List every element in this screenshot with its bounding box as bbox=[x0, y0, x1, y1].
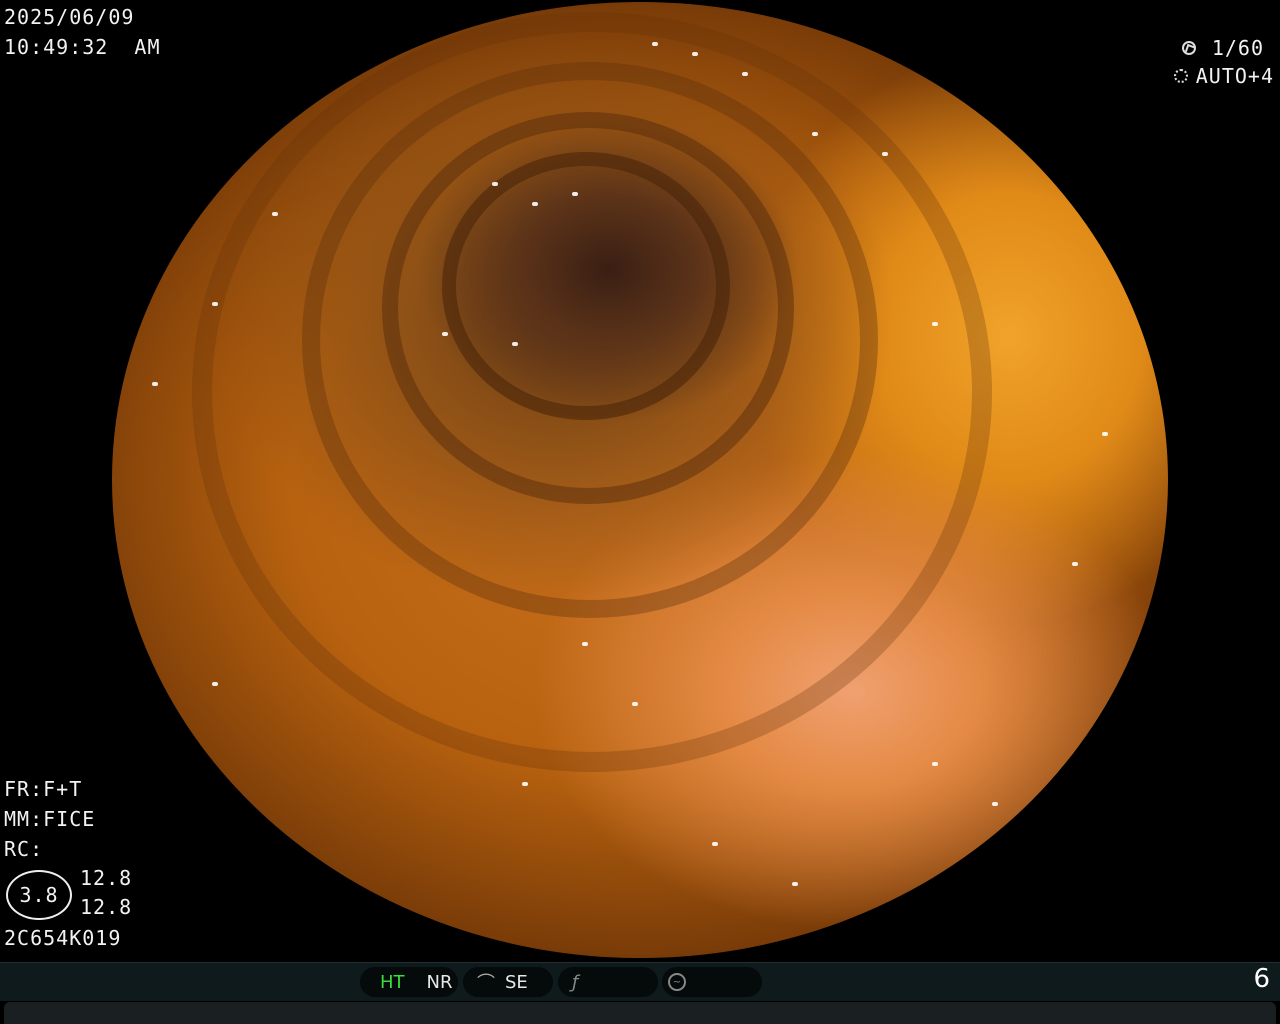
fr-setting: FR:F+T bbox=[4, 777, 83, 801]
page-number: 6 bbox=[1253, 964, 1270, 994]
shutter-speed-indicator: 1/60 bbox=[1181, 34, 1264, 62]
shutter-value: 1/60 bbox=[1211, 36, 1264, 60]
color-mode-icon: ~ bbox=[668, 973, 686, 991]
endoscopic-image bbox=[112, 2, 1168, 958]
structure-enhancement-icon: ⌒ bbox=[477, 973, 495, 994]
status-bar: HT NR ⌒ SE ƒ ~ bbox=[0, 962, 1280, 1001]
bottom-strip bbox=[4, 1002, 1276, 1024]
scope-serial: 2C654K019 bbox=[4, 926, 122, 950]
exposure-mode-indicator: AUTO+4 bbox=[1173, 62, 1274, 90]
exam-time: 10:49:32 AM bbox=[4, 35, 161, 59]
ht-label: HT bbox=[380, 971, 405, 993]
se-group[interactable]: ⌒ SE bbox=[463, 967, 553, 997]
setting-value-1: 12.8 bbox=[80, 866, 133, 890]
brightness-icon bbox=[1173, 69, 1188, 83]
ring-indicator: 3.8 bbox=[6, 870, 72, 920]
exam-date: 2025/06/09 bbox=[4, 5, 135, 29]
exposure-mode-value: AUTO+4 bbox=[1195, 64, 1274, 88]
color-mode-group[interactable]: ~ bbox=[662, 967, 762, 997]
se-label: SE bbox=[505, 971, 528, 993]
aperture-icon bbox=[1181, 41, 1196, 55]
setting-value-2: 12.8 bbox=[80, 895, 133, 919]
endoscopy-screen: 2025/06/09 10:49:32 AM 1/60 AUTO+4 FR:F+… bbox=[0, 0, 1280, 1024]
curve-icon: ƒ bbox=[572, 971, 579, 993]
mm-setting: MM:FICE bbox=[4, 807, 96, 831]
ring-value: 3.8 bbox=[19, 883, 59, 907]
nr-label: NR bbox=[426, 971, 453, 993]
curve-group[interactable]: ƒ bbox=[558, 967, 658, 997]
ht-nr-group[interactable]: HT NR bbox=[360, 967, 458, 997]
rc-setting: RC: bbox=[4, 837, 44, 861]
